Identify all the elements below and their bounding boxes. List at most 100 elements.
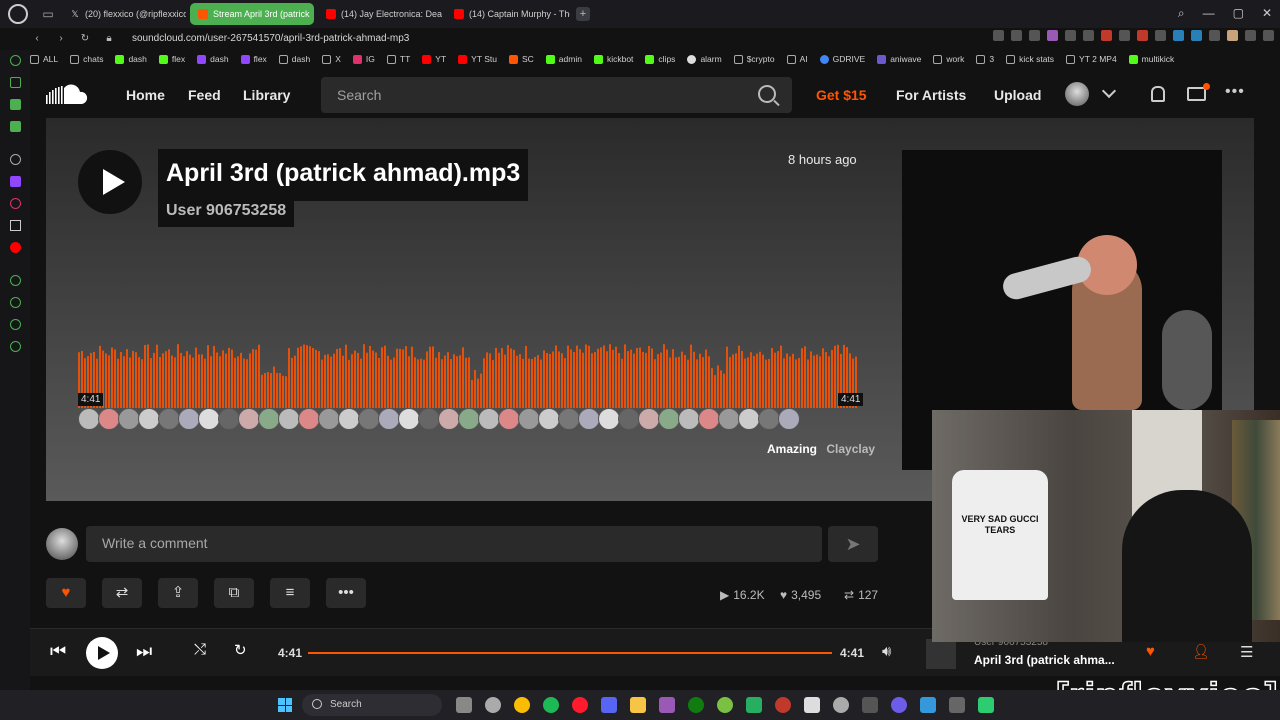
bookmark[interactable]: kick stats	[1006, 54, 1054, 64]
app-icon[interactable]	[891, 697, 907, 713]
follow-button[interactable]: 👤︎	[1192, 643, 1210, 660]
youtube-icon[interactable]	[10, 242, 21, 253]
snapshot-icon[interactable]	[1029, 30, 1040, 41]
player-play-button[interactable]	[86, 637, 118, 669]
minimize-icon[interactable]: —	[1203, 6, 1215, 21]
bookmark[interactable]: dash	[115, 54, 147, 64]
app-icon[interactable]	[920, 697, 936, 713]
nav-home[interactable]: Home	[126, 87, 165, 103]
commenter-avatar[interactable]	[658, 408, 680, 430]
progress-bar[interactable]	[308, 652, 832, 654]
sidebar-icon[interactable]	[10, 55, 21, 66]
repost-button[interactable]: ⇄	[102, 578, 142, 608]
share-button[interactable]: ⇪	[158, 578, 198, 608]
commenter-avatar[interactable]	[578, 408, 600, 430]
commenter-avatar[interactable]	[698, 408, 720, 430]
twitch-icon[interactable]	[10, 176, 21, 187]
commenter-avatar[interactable]	[718, 408, 740, 430]
commenter-avatar[interactable]	[218, 408, 240, 430]
x-icon[interactable]	[10, 220, 21, 231]
app-icon[interactable]	[949, 697, 965, 713]
bookmark[interactable]: ALL	[30, 54, 58, 64]
file-explorer-icon[interactable]	[630, 697, 646, 713]
waveform[interactable]	[78, 338, 858, 408]
add-to-playlist-button[interactable]: ≡	[270, 578, 310, 608]
commenter-avatar[interactable]	[398, 408, 420, 430]
queue-button[interactable]: ☰	[1240, 643, 1253, 661]
extension-red-icon[interactable]	[1101, 30, 1112, 41]
player-thumbnail[interactable]	[926, 639, 956, 669]
app-icon[interactable]	[717, 697, 733, 713]
back-icon[interactable]: ‹	[30, 33, 44, 44]
previous-button[interactable]: ⏮	[50, 641, 66, 662]
volume-icon[interactable]: 🔊︎	[882, 643, 891, 660]
download-icon[interactable]	[1245, 30, 1256, 41]
likes-count[interactable]: ♥ 3,495	[780, 588, 821, 602]
commenter-avatar[interactable]	[478, 408, 500, 430]
chrome-icon[interactable]	[514, 697, 530, 713]
profile-icon[interactable]	[1227, 30, 1238, 41]
settings-icon[interactable]	[485, 697, 501, 713]
send-comment-button[interactable]: ➤	[828, 526, 878, 562]
tag[interactable]: Clayclay	[826, 442, 875, 456]
extension-icon[interactable]	[1137, 30, 1148, 41]
comment-input[interactable]: Write a comment	[86, 526, 822, 562]
commenter-avatar[interactable]	[538, 408, 560, 430]
app-icon[interactable]	[746, 697, 762, 713]
promo-link[interactable]: Get $15	[816, 87, 867, 103]
play-icon[interactable]	[1065, 30, 1076, 41]
bell-icon[interactable]	[1151, 86, 1165, 102]
like-button[interactable]: ♥	[46, 578, 86, 608]
commenter-avatar[interactable]	[258, 408, 280, 430]
taskbar-search[interactable]: Search	[302, 694, 442, 716]
reload-icon[interactable]: ↻	[78, 33, 92, 44]
bookmark[interactable]: dash	[278, 54, 310, 64]
track-user[interactable]: User 906753258	[158, 197, 295, 227]
extension-icon[interactable]	[1155, 30, 1166, 41]
nav-library[interactable]: Library	[243, 87, 290, 103]
bookmark[interactable]: alarm	[687, 54, 722, 64]
commenter-avatar[interactable]	[278, 408, 300, 430]
copy-link-button[interactable]: ⧉	[214, 578, 254, 608]
bookmark[interactable]: admin	[545, 54, 582, 64]
bookmark[interactable]: chats	[70, 54, 103, 64]
upload-link[interactable]: Upload	[994, 87, 1041, 103]
bookmark[interactable]: multikick	[1128, 54, 1174, 64]
opera-logo-icon[interactable]	[8, 4, 28, 24]
settings-icon[interactable]	[10, 341, 21, 352]
bookmark[interactable]: dash	[197, 54, 229, 64]
for-artists-link[interactable]: For Artists	[896, 87, 966, 103]
ai-icon[interactable]	[1263, 30, 1274, 41]
tab-youtube-captain[interactable]: (14) Captain Murphy - The	[446, 3, 570, 25]
player-like-button[interactable]: ♥	[1146, 643, 1155, 660]
app-icon[interactable]	[775, 697, 791, 713]
commenter-avatar[interactable]	[358, 408, 380, 430]
commenter-avatar[interactable]	[778, 408, 800, 430]
commenter-avatar[interactable]	[78, 408, 100, 430]
bookmark[interactable]: YT	[422, 54, 446, 64]
commenter-avatar[interactable]	[738, 408, 760, 430]
bookmark[interactable]: YT Stu	[458, 54, 497, 64]
chatgpt-icon[interactable]	[10, 154, 21, 165]
commenter-avatar[interactable]	[158, 408, 180, 430]
commenter-avatar[interactable]	[458, 408, 480, 430]
commenter-avatar[interactable]	[418, 408, 440, 430]
app-icon[interactable]	[978, 697, 994, 713]
bookmark[interactable]: kickbot	[593, 54, 633, 64]
shield-icon[interactable]	[1047, 30, 1058, 41]
commenter-avatar[interactable]	[98, 408, 120, 430]
tag[interactable]: Amazing	[767, 442, 817, 456]
puzzle-icon[interactable]	[1209, 30, 1220, 41]
close-window-icon[interactable]: ✕	[1262, 6, 1272, 21]
zoom-icon[interactable]	[993, 30, 1004, 41]
commenter-avatar[interactable]	[138, 408, 160, 430]
sidebar-icon[interactable]	[10, 77, 21, 88]
commenter-avatar[interactable]	[618, 408, 640, 430]
tab-youtube-jay[interactable]: (14) Jay Electronica: Dear	[318, 3, 442, 25]
tab-twitter[interactable]: 𝕏 (20) flexxico (@ripflexxico	[62, 3, 186, 25]
url-field[interactable]: soundcloud.com/user-267541570/april-3rd-…	[132, 33, 409, 44]
commenter-avatar[interactable]	[518, 408, 540, 430]
discord-icon[interactable]	[601, 697, 617, 713]
extensions-icon[interactable]	[10, 319, 21, 330]
bookmark[interactable]: TT	[386, 54, 410, 64]
